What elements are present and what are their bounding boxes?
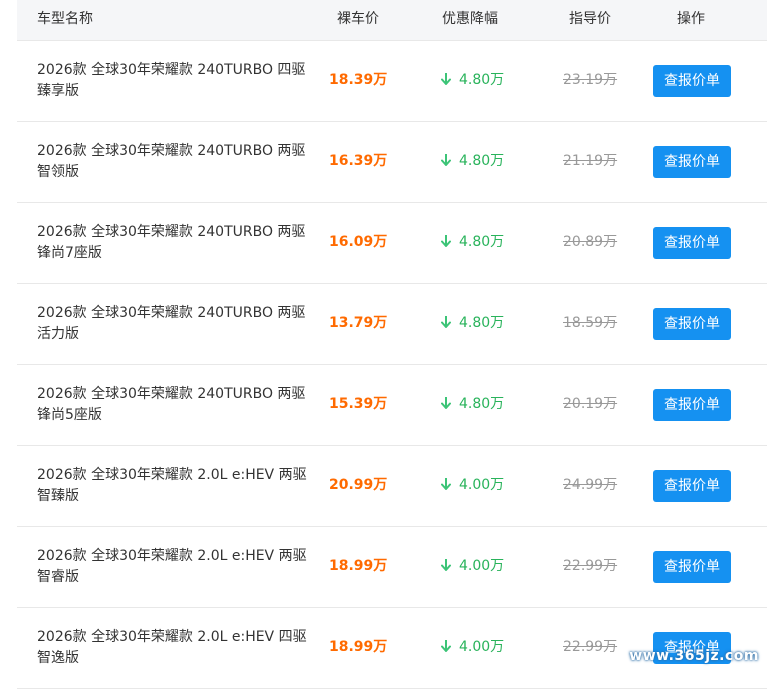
bare-price: 18.39万 xyxy=(329,71,387,90)
guide-price: 22.99万 xyxy=(563,638,617,657)
model-name: 2026款 全球30年荣耀款 240TURBO 两驱锋尚7座版 xyxy=(37,222,312,264)
discount-value: 4.80万 xyxy=(459,396,504,412)
table-row: 2026款 全球30年荣耀款 240TURBO 四驱臻享版 18.39万 4.8… xyxy=(17,41,767,122)
arrow-down-icon xyxy=(441,559,451,571)
table-row: 2026款 全球30年荣耀款 240TURBO 两驱锋尚7座版 16.09万 4… xyxy=(17,203,767,284)
bare-price: 13.79万 xyxy=(329,314,387,333)
header-model-name: 车型名称 xyxy=(37,11,93,28)
model-name: 2026款 全球30年荣耀款 240TURBO 四驱臻享版 xyxy=(37,60,312,102)
bare-price: 15.39万 xyxy=(329,395,387,414)
header-action: 操作 xyxy=(677,11,705,28)
discount-value: 4.00万 xyxy=(459,477,504,493)
arrow-down-icon xyxy=(441,478,451,490)
arrow-down-icon xyxy=(441,640,451,652)
discount-value: 4.80万 xyxy=(459,153,504,169)
arrow-down-icon xyxy=(441,73,451,85)
arrow-down-icon xyxy=(441,154,451,166)
quote-button[interactable]: 查报价单 xyxy=(653,389,731,421)
discount-cell: 4.00万 xyxy=(441,638,504,657)
guide-price: 23.19万 xyxy=(563,71,617,90)
model-name: 2026款 全球30年荣耀款 240TURBO 两驱活力版 xyxy=(37,303,312,345)
guide-price: 20.89万 xyxy=(563,233,617,252)
bare-price: 16.09万 xyxy=(329,233,387,252)
quote-button[interactable]: 查报价单 xyxy=(653,146,731,178)
guide-price: 21.19万 xyxy=(563,152,617,171)
model-name: 2026款 全球30年荣耀款 240TURBO 两驱锋尚5座版 xyxy=(37,384,312,426)
discount-value: 4.80万 xyxy=(459,234,504,250)
quote-button[interactable]: 查报价单 xyxy=(653,308,731,340)
header-bare-price: 裸车价 xyxy=(337,11,379,28)
arrow-down-icon xyxy=(441,397,451,409)
discount-value: 4.00万 xyxy=(459,639,504,655)
model-name: 2026款 全球30年荣耀款 2.0L e:HEV 两驱智臻版 xyxy=(37,465,312,507)
header-guide-price: 指导价 xyxy=(569,11,611,28)
bare-price: 18.99万 xyxy=(329,557,387,576)
bare-price: 18.99万 xyxy=(329,638,387,657)
guide-price: 18.59万 xyxy=(563,314,617,333)
guide-price: 20.19万 xyxy=(563,395,617,414)
bare-price: 20.99万 xyxy=(329,476,387,495)
discount-cell: 4.80万 xyxy=(441,314,504,333)
guide-price: 24.99万 xyxy=(563,476,617,495)
quote-button[interactable]: 查报价单 xyxy=(653,551,731,583)
discount-cell: 4.80万 xyxy=(441,395,504,414)
table-row: 2026款 全球30年荣耀款 240TURBO 两驱活力版 13.79万 4.8… xyxy=(17,284,767,365)
arrow-down-icon xyxy=(441,316,451,328)
discount-cell: 4.80万 xyxy=(441,71,504,90)
table-row: 2026款 全球30年荣耀款 240TURBO 两驱智领版 16.39万 4.8… xyxy=(17,122,767,203)
discount-value: 4.80万 xyxy=(459,72,504,88)
arrow-down-icon xyxy=(441,235,451,247)
discount-cell: 4.00万 xyxy=(441,476,504,495)
header-discount: 优惠降幅 xyxy=(442,11,498,28)
table-row: 2026款 全球30年荣耀款 240TURBO 两驱锋尚5座版 15.39万 4… xyxy=(17,365,767,446)
table-row: 2026款 全球30年荣耀款 2.0L e:HEV 两驱智睿版 18.99万 4… xyxy=(17,527,767,608)
discount-cell: 4.00万 xyxy=(441,557,504,576)
guide-price: 22.99万 xyxy=(563,557,617,576)
site-watermark: www.365jz.com xyxy=(629,648,759,664)
discount-cell: 4.80万 xyxy=(441,233,504,252)
model-name: 2026款 全球30年荣耀款 2.0L e:HEV 两驱智睿版 xyxy=(37,546,312,588)
quote-button[interactable]: 查报价单 xyxy=(653,470,731,502)
model-name: 2026款 全球30年荣耀款 240TURBO 两驱智领版 xyxy=(37,141,312,183)
discount-value: 4.00万 xyxy=(459,558,504,574)
quote-button[interactable]: 查报价单 xyxy=(653,227,731,259)
table-row: 2026款 全球30年荣耀款 2.0L e:HEV 两驱智臻版 20.99万 4… xyxy=(17,446,767,527)
price-table: 车型名称 裸车价 优惠降幅 指导价 操作 2026款 全球30年荣耀款 240T… xyxy=(17,0,767,689)
model-name: 2026款 全球30年荣耀款 2.0L e:HEV 四驱智逸版 xyxy=(37,627,312,669)
bare-price: 16.39万 xyxy=(329,152,387,171)
table-header: 车型名称 裸车价 优惠降幅 指导价 操作 xyxy=(17,0,767,41)
quote-button[interactable]: 查报价单 xyxy=(653,65,731,97)
discount-value: 4.80万 xyxy=(459,315,504,331)
discount-cell: 4.80万 xyxy=(441,152,504,171)
